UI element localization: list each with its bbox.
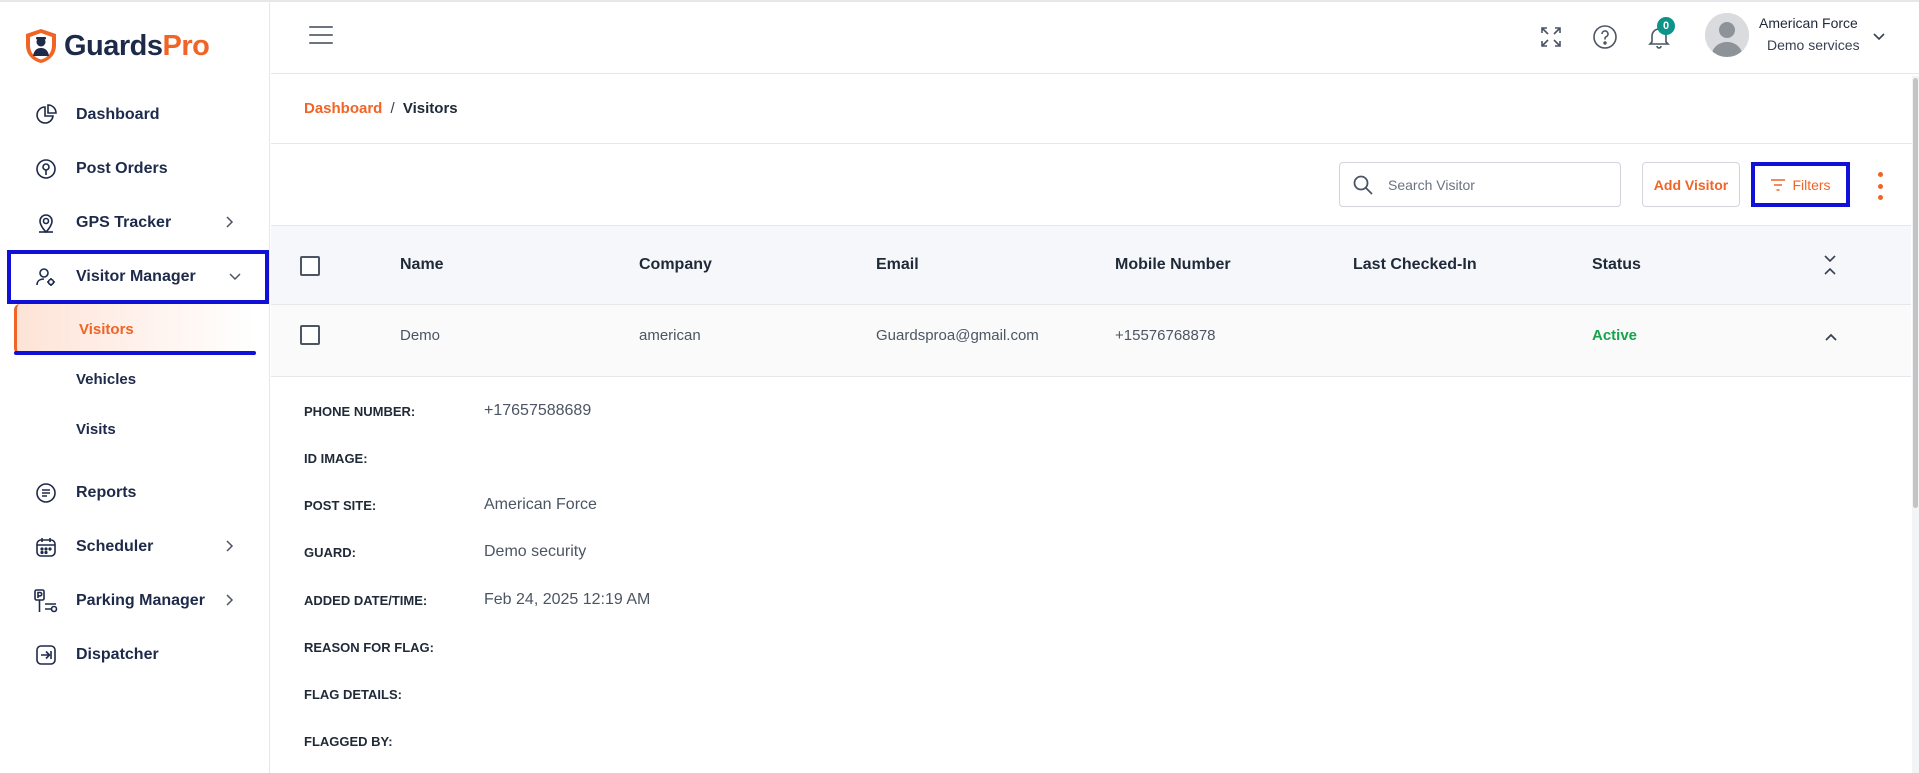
breadcrumb-current: Visitors <box>402 100 458 117</box>
document-list-icon <box>32 479 60 507</box>
cell-mobile: +15576768878 <box>1115 327 1216 344</box>
sidebar-item-label: Dashboard <box>76 106 160 123</box>
search-icon <box>1353 175 1373 195</box>
chevron-right-icon <box>226 216 234 228</box>
map-pin-icon <box>32 209 60 237</box>
detail-label-post-site: POST SITE: <box>304 498 377 513</box>
sidebar-nav: Dashboard Post Orders GPS Tracker Visito… <box>0 88 270 682</box>
logo[interactable]: GuardsPro <box>24 28 210 64</box>
sidebar-subitem-vehicles[interactable]: Vehicles <box>0 354 270 404</box>
sidebar-item-label: Post Orders <box>76 160 168 177</box>
column-header-name[interactable]: Name <box>400 256 444 274</box>
add-visitor-button[interactable]: Add Visitor <box>1642 162 1740 207</box>
filters-button-label: Filters <box>1792 176 1831 193</box>
help-icon[interactable] <box>1592 24 1618 50</box>
topbar: 0 American Force Demo services <box>0 0 1919 74</box>
column-header-company[interactable]: Company <box>639 256 712 274</box>
scrollbar-thumb[interactable] <box>1913 78 1918 508</box>
user-gear-icon <box>32 263 60 291</box>
detail-label-flag-details: FLAG DETAILS: <box>304 687 402 702</box>
detail-value-guard: Demo security <box>484 543 587 560</box>
status-badge: Active <box>1592 327 1638 344</box>
column-header-mobile[interactable]: Mobile Number <box>1115 256 1231 274</box>
search-box[interactable] <box>1339 162 1621 207</box>
fullscreen-icon[interactable] <box>1538 24 1564 50</box>
column-header-last-checked-in[interactable]: Last Checked-In <box>1353 256 1477 274</box>
detail-value-added-datetime: Feb 24, 2025 12:19 AM <box>484 591 651 608</box>
search-input[interactable] <box>1388 176 1608 193</box>
sidebar-subitem-visitors[interactable]: Visitors <box>14 304 254 354</box>
select-all-checkbox[interactable] <box>300 256 320 276</box>
breadcrumb: Dashboard / Visitors <box>304 100 458 117</box>
detail-label-reason-for-flag: REASON FOR FLAG: <box>304 640 434 655</box>
sidebar-item-parking-manager[interactable]: Parking Manager <box>0 574 270 628</box>
column-header-email[interactable]: Email <box>876 256 919 274</box>
row-checkbox[interactable] <box>300 325 320 345</box>
location-badge-icon <box>32 155 60 183</box>
detail-label-phone: PHONE NUMBER: <box>304 404 416 419</box>
shield-logo-icon <box>26 29 56 63</box>
table-row[interactable]: Demo american Guardsproa@gmail.com +1557… <box>271 305 1911 377</box>
divider <box>271 143 1919 144</box>
filters-button[interactable]: Filters <box>1751 162 1850 207</box>
active-subitem-underline <box>14 351 256 355</box>
breadcrumb-dashboard-link[interactable]: Dashboard <box>304 100 382 117</box>
chevron-up-icon[interactable] <box>1823 329 1839 345</box>
detail-value-phone: +17657588689 <box>484 402 592 419</box>
avatar[interactable] <box>1705 13 1749 57</box>
user-name: American Force <box>1759 15 1858 31</box>
sidebar-item-dashboard[interactable]: Dashboard <box>0 88 270 142</box>
sidebar-item-label: Reports <box>76 484 137 501</box>
logo-text: GuardsPro <box>64 29 210 62</box>
sidebar-item-reports[interactable]: Reports <box>0 466 270 520</box>
parking-icon <box>32 587 60 615</box>
cell-email: Guardsproa@gmail.com <box>876 327 1039 344</box>
sidebar-item-scheduler[interactable]: Scheduler <box>0 520 270 574</box>
sidebar-item-label: GPS Tracker <box>76 214 172 231</box>
more-options-icon[interactable] <box>1872 172 1888 200</box>
pie-chart-icon <box>32 101 60 129</box>
chevron-right-icon <box>226 540 234 552</box>
filter-icon <box>1771 178 1786 191</box>
sidebar-item-gps-tracker[interactable]: GPS Tracker <box>0 196 270 250</box>
user-org: Demo services <box>1767 37 1860 53</box>
detail-label-added-datetime: ADDED DATE/TIME: <box>304 593 428 608</box>
sidebar: GuardsPro Dashboard Post Orders GPS Trac… <box>0 0 270 773</box>
sidebar-item-label: Parking Manager <box>76 592 205 609</box>
detail-label-guard: GUARD: <box>304 545 356 560</box>
detail-label-id-image: ID IMAGE: <box>304 451 368 466</box>
calendar-icon <box>32 533 60 561</box>
cell-company: american <box>639 327 701 344</box>
table-header: Name Company Email Mobile Number Last Ch… <box>271 225 1911 305</box>
chevron-down-icon <box>229 273 241 281</box>
login-arrow-icon <box>32 641 60 669</box>
sidebar-subitem-visits[interactable]: Visits <box>0 404 270 454</box>
detail-label-flagged-by: FLAGGED BY: <box>304 734 393 749</box>
sidebar-item-label: Visitor Manager <box>76 268 196 285</box>
sidebar-item-dispatcher[interactable]: Dispatcher <box>0 628 270 682</box>
collapse-all-icon[interactable] <box>1822 252 1838 278</box>
detail-value-post-site: American Force <box>484 496 597 513</box>
cell-name: Demo <box>400 327 441 344</box>
sidebar-item-visitor-manager[interactable]: Visitor Manager <box>7 250 269 304</box>
sidebar-item-label: Dispatcher <box>76 646 159 663</box>
breadcrumb-separator: / <box>390 100 395 117</box>
sidebar-item-post-orders[interactable]: Post Orders <box>0 142 270 196</box>
column-header-status[interactable]: Status <box>1592 256 1641 274</box>
notification-badge: 0 <box>1657 17 1675 35</box>
chevron-down-icon[interactable] <box>1871 28 1887 44</box>
chevron-right-icon <box>226 594 234 606</box>
menu-toggle-icon[interactable] <box>309 26 333 46</box>
sidebar-item-label: Scheduler <box>76 538 154 555</box>
